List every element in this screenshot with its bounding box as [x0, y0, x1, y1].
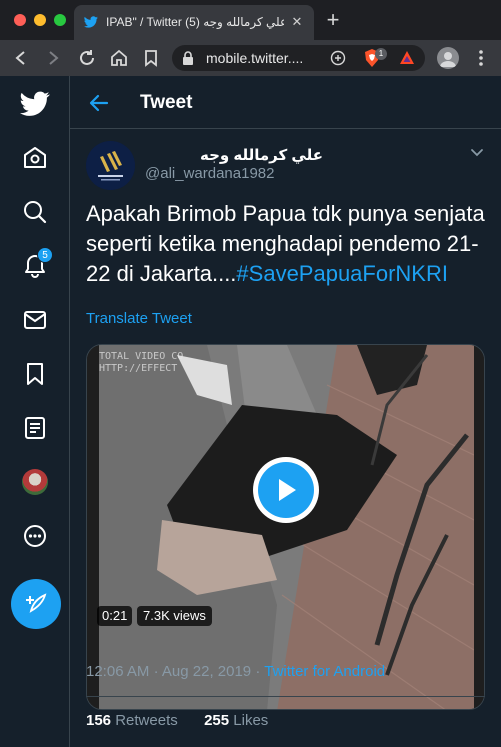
reload-icon[interactable]: [76, 47, 98, 69]
notifications-icon[interactable]: 5: [13, 244, 57, 288]
author-avatar[interactable]: [86, 141, 135, 190]
chevron-down-icon[interactable]: [468, 143, 486, 161]
search-icon[interactable]: [13, 190, 57, 234]
likes-count: 255: [204, 712, 230, 729]
browser-tab[interactable]: ‏IPAB" / Twitter علي كرمالله وجه (5) ✕: [74, 5, 314, 40]
tweet-source-link[interactable]: Twitter for Android: [264, 663, 385, 680]
new-tab-button[interactable]: +: [322, 9, 344, 32]
back-arrow-icon[interactable]: [10, 47, 32, 69]
play-icon: [258, 462, 314, 518]
brave-rewards-icon[interactable]: [398, 49, 416, 67]
twitter-sidebar: 5: [0, 76, 70, 747]
twitter-logo-icon[interactable]: [13, 82, 57, 126]
more-icon[interactable]: [13, 514, 57, 558]
tab-close-icon[interactable]: ✕: [288, 13, 306, 31]
browser-toolbar: mobile.twitter.... 1: [0, 40, 501, 76]
watermark-line-2: HTTP://EFFECT: [99, 363, 178, 374]
url-text: mobile.twitter....: [206, 50, 304, 66]
author-name[interactable]: علي كرمالله وجه: [200, 146, 323, 164]
back-arrow-icon[interactable]: [86, 90, 112, 116]
tweet-time[interactable]: 12:06 AM: [86, 663, 149, 680]
page-title: Tweet: [140, 92, 193, 113]
likes-stat[interactable]: 255 Likes: [204, 712, 268, 729]
close-window-button[interactable]: [14, 14, 26, 26]
retweets-label: Retweets: [115, 712, 178, 729]
retweets-stat[interactable]: 156 Retweets: [86, 712, 178, 729]
video-watermark: TOTAL VIDEO CO HTTP://EFFECT: [99, 351, 183, 375]
compose-tweet-button[interactable]: [11, 579, 61, 629]
home-button-icon[interactable]: [108, 47, 130, 69]
bookmark-page-icon[interactable]: [140, 47, 162, 69]
lock-icon: [183, 51, 193, 65]
minimize-window-button[interactable]: [34, 14, 46, 26]
shield-count-badge: 1: [375, 48, 387, 60]
retweets-count: 156: [86, 712, 112, 729]
tweet-header: Tweet: [70, 76, 501, 129]
browser-menu-icon[interactable]: [470, 47, 492, 69]
tab-title: ‏IPAB" / Twitter علي كرمالله وجه (5): [106, 15, 284, 29]
tweet-meta: 12:06 AM · Aug 22, 2019 · Twitter for An…: [86, 663, 385, 680]
watermark-line-1: TOTAL VIDEO CO: [99, 351, 184, 362]
browser-window: ‏IPAB" / Twitter علي كرمالله وجه (5) ✕ +…: [0, 0, 501, 747]
address-bar[interactable]: mobile.twitter.... 1: [172, 45, 425, 71]
tab-bar: ‏IPAB" / Twitter علي كرمالله وجه (5) ✕ +: [0, 0, 501, 40]
home-icon[interactable]: [13, 136, 57, 180]
zoom-plus-icon[interactable]: [330, 50, 346, 66]
twitter-favicon-icon: [84, 16, 98, 28]
hashtag-link[interactable]: #SavePapuaForNKRI: [236, 261, 448, 286]
meta-separator: ·: [255, 663, 261, 680]
video-views: 7.3K views: [137, 606, 212, 626]
messages-icon[interactable]: [13, 298, 57, 342]
lists-icon[interactable]: [13, 406, 57, 450]
author-handle[interactable]: @ali_wardana1982: [145, 165, 275, 182]
bookmarks-icon[interactable]: [13, 352, 57, 396]
compose-tweet-icon: [26, 593, 47, 613]
play-button[interactable]: [253, 457, 319, 523]
tweet-detail-column: Tweet علي كرمالله وجه @ali_wardana1982 A…: [70, 76, 501, 747]
divider: [86, 696, 485, 697]
tweet-date[interactable]: Aug 22, 2019: [162, 663, 251, 680]
video-duration: 0:21: [97, 606, 133, 626]
translate-tweet-link[interactable]: Translate Tweet: [86, 310, 192, 327]
profile-icon[interactable]: [437, 47, 459, 69]
tweet-text: Apakah Brimob Papua tdk punya senjata se…: [86, 199, 491, 289]
profile-avatar[interactable]: [13, 460, 57, 504]
user-avatar: [22, 469, 48, 495]
video-thumbnail: [87, 345, 484, 709]
notification-count-badge: 5: [37, 247, 53, 263]
meta-separator: ·: [153, 663, 159, 680]
likes-label: Likes: [233, 712, 269, 729]
tweet-stats: 156 Retweets 255 Likes: [86, 712, 268, 729]
video-player[interactable]: TOTAL VIDEO CO HTTP://EFFECT 0:21 7.3K v…: [86, 344, 485, 710]
forward-arrow-icon[interactable]: [42, 47, 64, 69]
maximize-window-button[interactable]: [54, 14, 66, 26]
